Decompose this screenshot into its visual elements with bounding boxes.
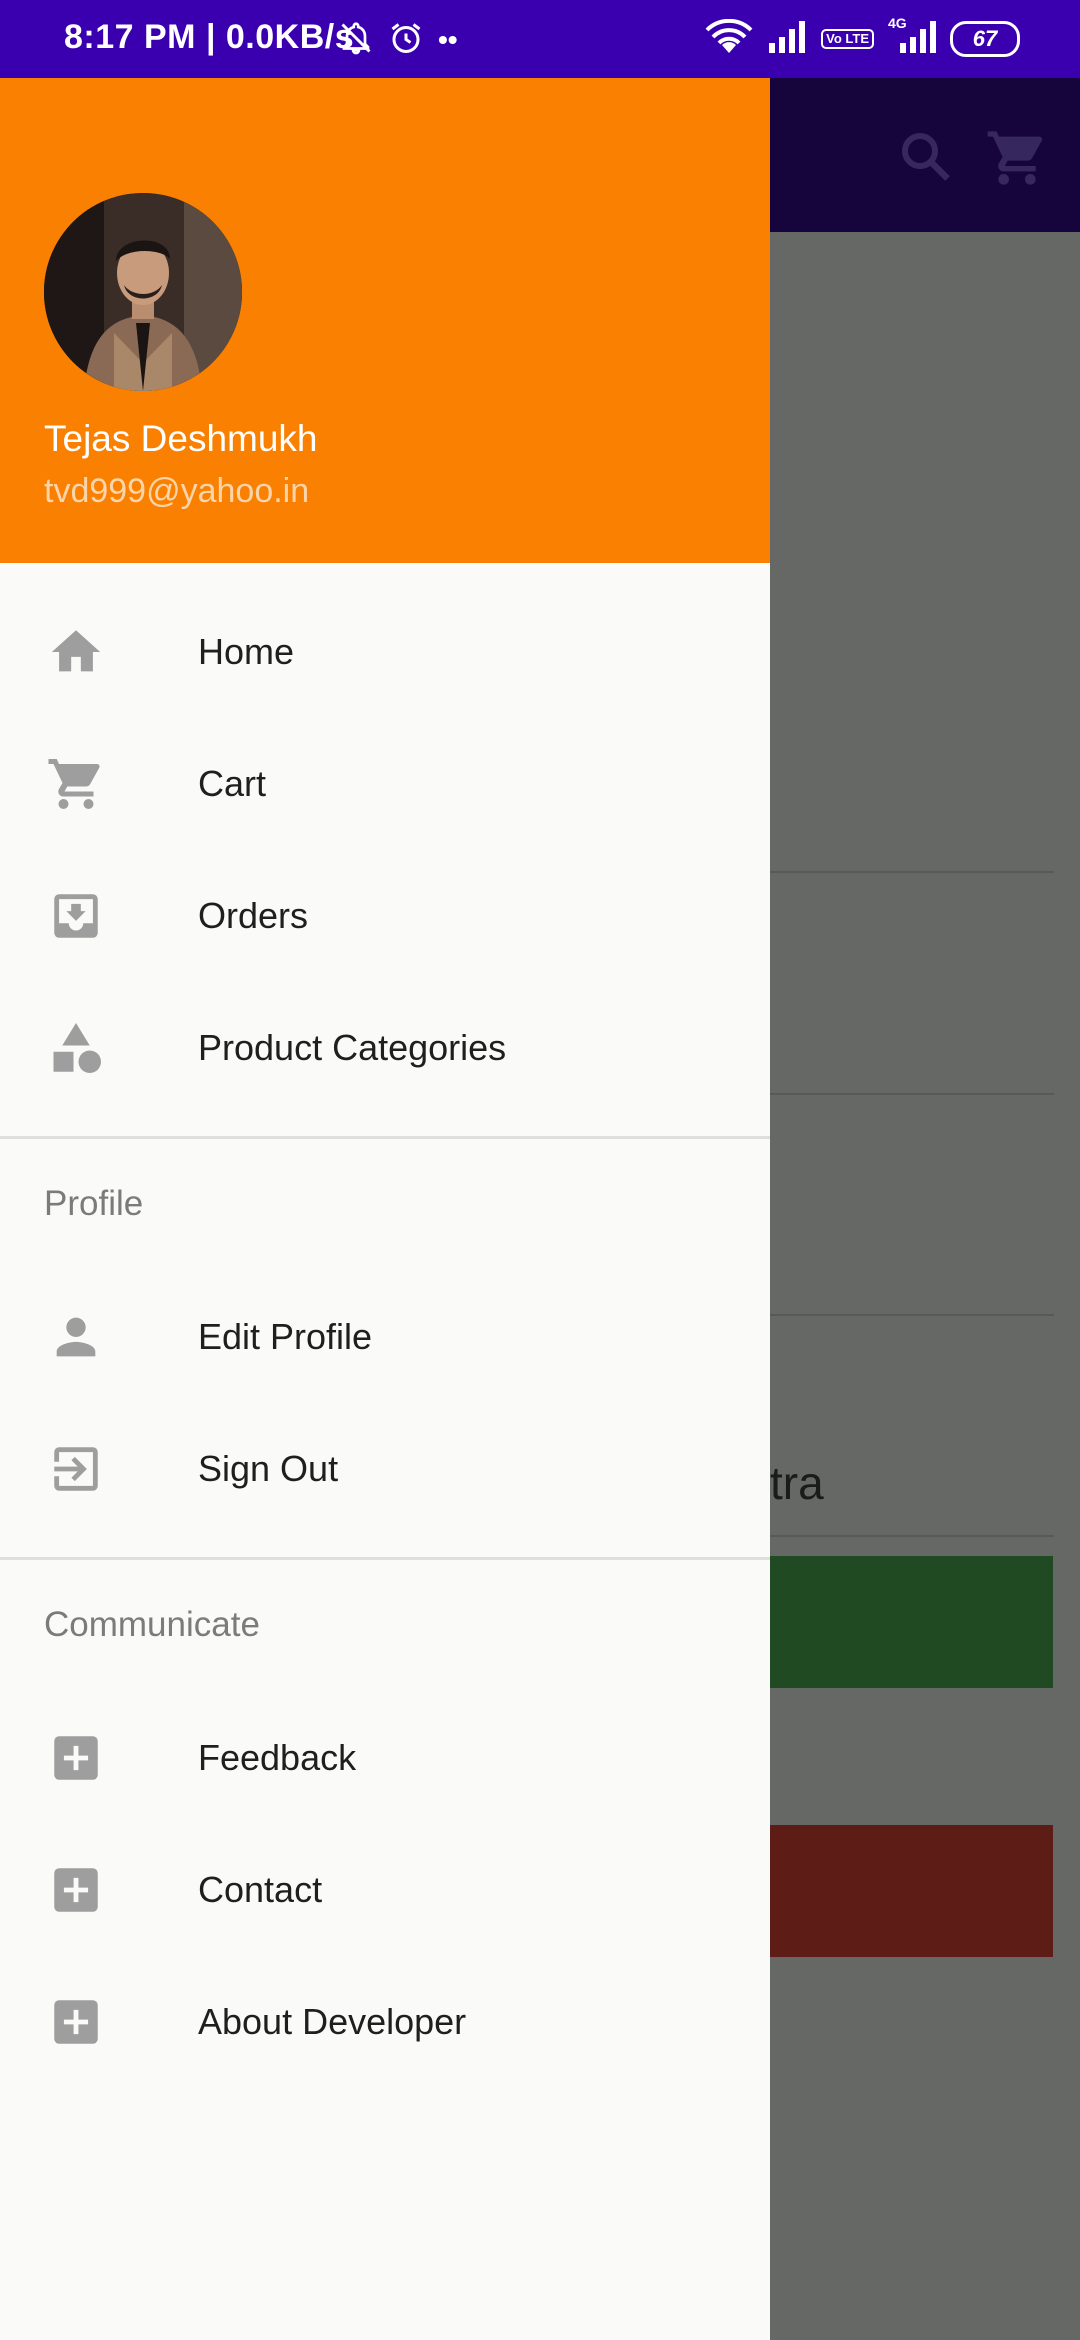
categories-icon bbox=[44, 1016, 108, 1080]
drawer-item-label: Sign Out bbox=[198, 1448, 339, 1489]
divider bbox=[0, 1136, 770, 1139]
signal-icon bbox=[767, 20, 807, 58]
avatar[interactable] bbox=[44, 193, 242, 391]
search-icon bbox=[895, 126, 955, 191]
background-divider bbox=[770, 1535, 1054, 1537]
add-box-icon bbox=[44, 1990, 108, 2054]
add-box-icon bbox=[44, 1858, 108, 1922]
drawer-item-label: About Developer bbox=[198, 2001, 467, 2042]
cart-icon bbox=[44, 752, 108, 816]
add-box-icon bbox=[44, 1726, 108, 1790]
drawer-item-label: Contact bbox=[198, 1869, 323, 1910]
drawer-item-label: Cart bbox=[198, 763, 267, 804]
drawer-item-label: Edit Profile bbox=[198, 1316, 373, 1357]
drawer-item-label: Product Categories bbox=[198, 1027, 507, 1068]
battery-indicator: 67 bbox=[950, 21, 1020, 57]
drawer-item-label: Orders bbox=[198, 895, 309, 936]
alarm-icon bbox=[388, 20, 424, 61]
drawer-item-cart[interactable]: Cart bbox=[0, 718, 770, 850]
drawer-item-sign-out[interactable]: Sign Out bbox=[0, 1403, 770, 1535]
more-notifications-icon: •• bbox=[438, 24, 458, 55]
volte-badge: Vo LTE bbox=[821, 29, 874, 49]
cart-icon bbox=[985, 126, 1049, 195]
drawer-item-orders[interactable]: Orders bbox=[0, 850, 770, 982]
divider bbox=[0, 1557, 770, 1560]
status-bar: 8:17 PM | 0.0KB/s •• Vo LTE 4G 67 bbox=[0, 0, 1080, 78]
sign-out-icon bbox=[44, 1437, 108, 1501]
background-red-button bbox=[770, 1825, 1053, 1957]
background-partial-text: tra bbox=[770, 1457, 824, 1509]
drawer-item-edit-profile[interactable]: Edit Profile bbox=[0, 1271, 770, 1403]
background-divider bbox=[770, 1093, 1054, 1095]
section-title-communicate: Communicate bbox=[44, 1605, 260, 1644]
network-type-label: 4G bbox=[888, 14, 907, 31]
background-divider bbox=[770, 871, 1054, 873]
orders-icon bbox=[44, 884, 108, 948]
person-icon bbox=[44, 1305, 108, 1369]
signal-4g-icon: 4G bbox=[888, 15, 936, 58]
drawer-item-contact[interactable]: Contact bbox=[0, 1824, 770, 1956]
home-icon bbox=[44, 620, 108, 684]
wifi-icon bbox=[705, 18, 753, 60]
status-time: 8:17 PM | 0.0KB/s bbox=[64, 18, 355, 56]
drawer-item-home[interactable]: Home bbox=[0, 586, 770, 718]
background-green-button bbox=[770, 1556, 1053, 1688]
drawer-item-label: Feedback bbox=[198, 1737, 357, 1778]
user-name: Tejas Deshmukh bbox=[44, 418, 318, 459]
drawer-item-about-developer[interactable]: About Developer bbox=[0, 1956, 770, 2088]
navigation-drawer: Tejas Deshmukh tvd999@yahoo.in Home Cart… bbox=[0, 78, 770, 2340]
drawer-header: Tejas Deshmukh tvd999@yahoo.in bbox=[0, 78, 770, 563]
drawer-item-feedback[interactable]: Feedback bbox=[0, 1692, 770, 1824]
mute-icon bbox=[338, 20, 374, 61]
background-divider bbox=[770, 1314, 1054, 1316]
section-title-profile: Profile bbox=[44, 1184, 144, 1223]
drawer-item-product-categories[interactable]: Product Categories bbox=[0, 982, 770, 1114]
user-email: tvd999@yahoo.in bbox=[44, 472, 310, 510]
drawer-item-label: Home bbox=[198, 631, 295, 672]
